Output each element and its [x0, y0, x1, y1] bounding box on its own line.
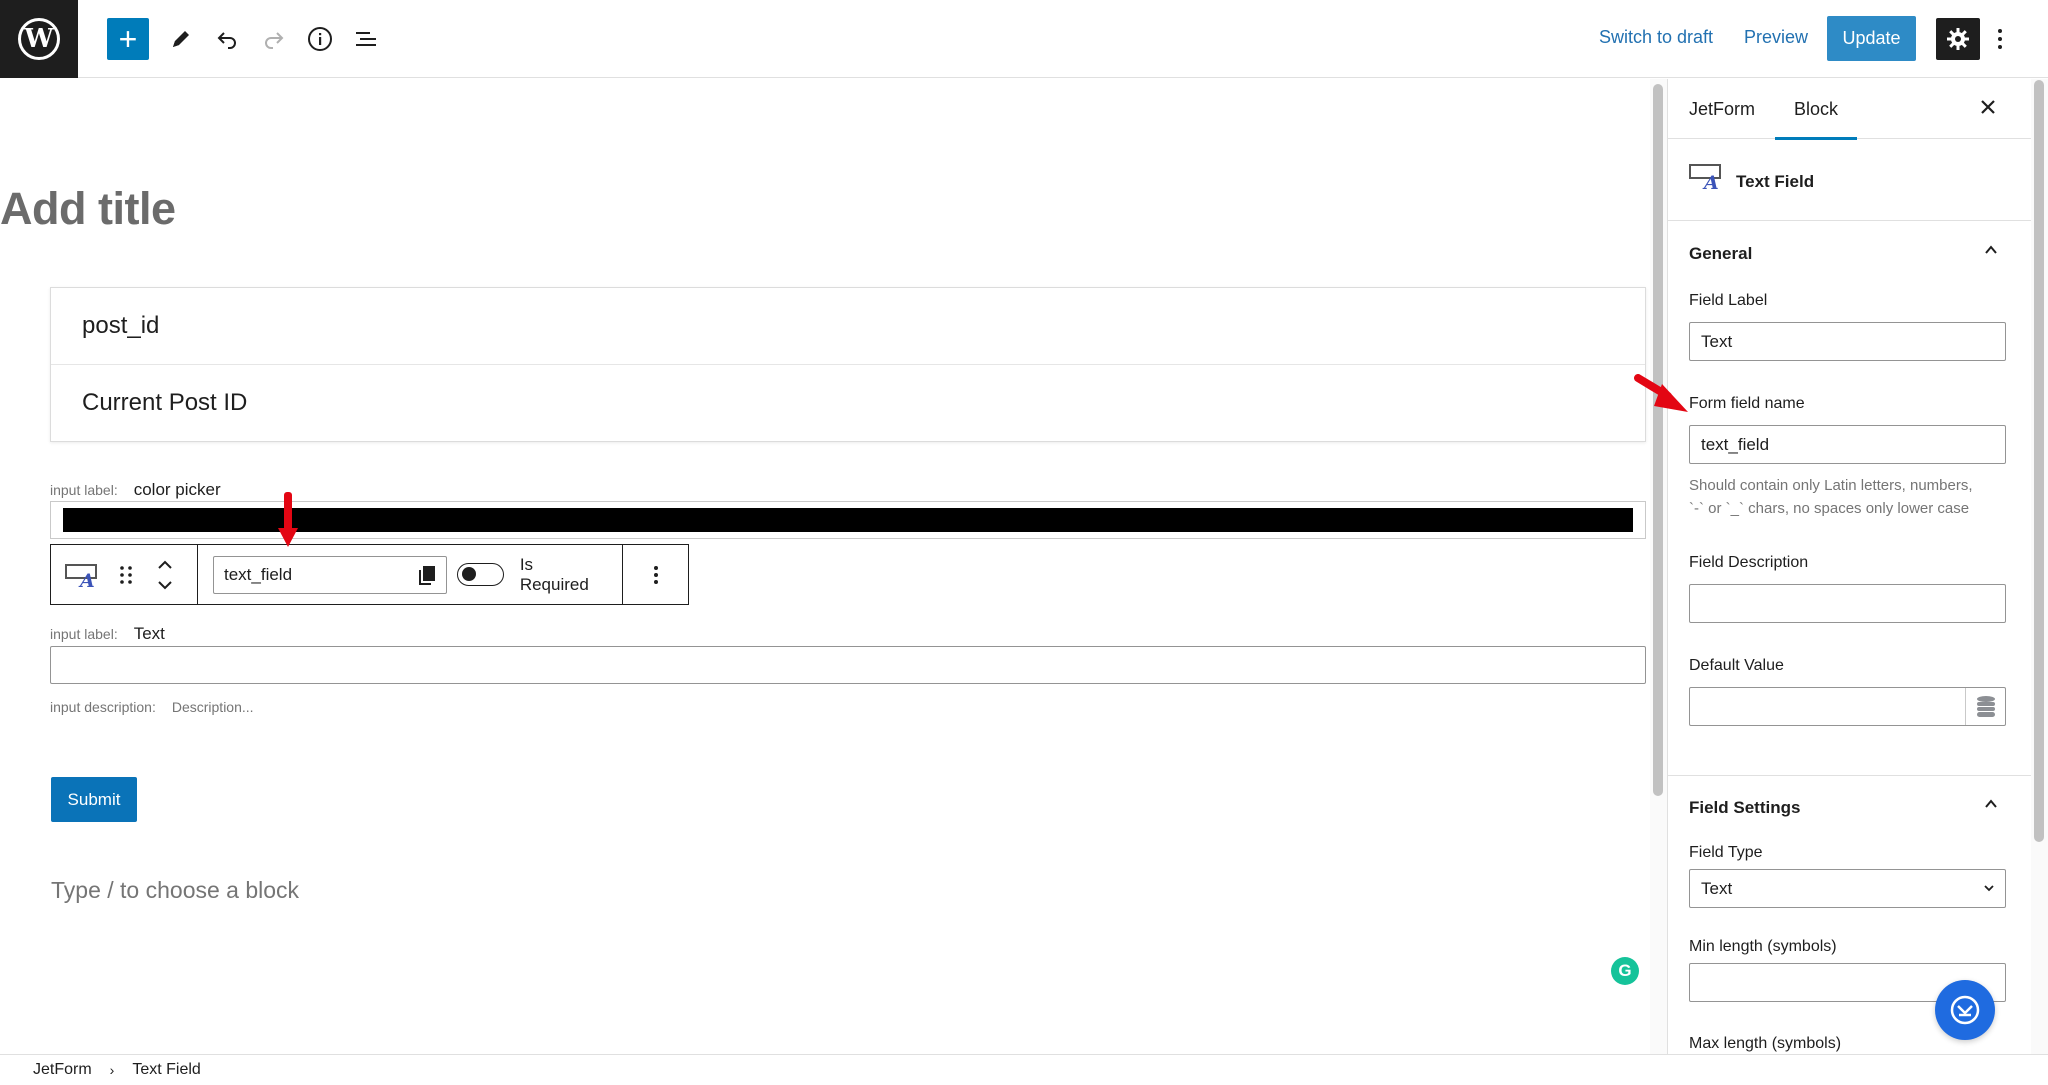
- text-field-description-row: input description: Description...: [50, 699, 254, 715]
- editor-header: W + Switch to draft Preview Update: [0, 0, 2048, 78]
- tab-block[interactable]: Block: [1774, 99, 1858, 140]
- move-down-icon[interactable]: [157, 580, 173, 590]
- block-inserter-button[interactable]: +: [107, 18, 149, 60]
- form-field-name-label: Form field name: [1689, 395, 1805, 412]
- form-field-name-help-line-1: Should contain only Latin letters, numbe…: [1689, 477, 1973, 494]
- text-field-label-row: input label: Text: [50, 624, 165, 644]
- field-settings-panel-toggle[interactable]: Field Settings: [1689, 798, 1800, 818]
- hidden-field-value: Current Post ID: [51, 364, 1645, 440]
- general-panel-toggle[interactable]: General: [1689, 244, 1752, 264]
- drag-handle-icon[interactable]: [119, 564, 133, 586]
- post-title-input[interactable]: Add title: [0, 183, 176, 235]
- default-value-label: Default Value: [1689, 657, 1784, 674]
- annotation-arrow-down: [278, 492, 298, 547]
- undo-button[interactable]: [206, 18, 248, 60]
- editor-canvas: Add title post_id Current Post ID input …: [0, 79, 1650, 1054]
- list-view-icon: [356, 32, 376, 46]
- submit-button[interactable]: Submit: [51, 777, 137, 822]
- field-description-label: Field Description: [1689, 554, 1809, 571]
- copy-icon[interactable]: [418, 565, 436, 585]
- chat-icon: [1950, 995, 1980, 1025]
- settings-sidebar: JetForm Block A Text Field General Field…: [1667, 79, 2031, 1054]
- preview-button[interactable]: Preview: [1744, 27, 1808, 48]
- required-label: Is Required: [519, 554, 589, 594]
- text-field-label: Text: [133, 624, 165, 643]
- tools-button[interactable]: [160, 18, 202, 60]
- svg-text:A: A: [1702, 172, 1719, 191]
- chevron-right-icon: ›: [109, 1062, 115, 1078]
- required-toggle[interactable]: [457, 563, 504, 586]
- chevron-down-icon: [1984, 885, 1994, 892]
- field-description-input[interactable]: [1689, 584, 2006, 623]
- text-field-block-icon[interactable]: A: [65, 561, 99, 589]
- settings-button[interactable]: [1936, 18, 1980, 60]
- block-toolbar-field-settings: text_field Is Required: [198, 545, 623, 604]
- toolbar-field-name-input[interactable]: text_field: [213, 555, 448, 594]
- close-icon[interactable]: [1980, 99, 1996, 115]
- redo-icon: [265, 32, 284, 49]
- switch-to-draft-button[interactable]: Switch to draft: [1599, 27, 1713, 48]
- text-field-block-icon: A: [1689, 164, 1721, 191]
- text-field-label-prefix: input label:: [50, 626, 118, 642]
- sidebar-scrollbar-thumb[interactable]: [2034, 80, 2044, 842]
- move-controls: [157, 560, 173, 590]
- block-card: A Text Field: [1668, 139, 2031, 221]
- breadcrumb-item-text-field[interactable]: Text Field: [132, 1061, 200, 1079]
- default-value-input[interactable]: [1689, 687, 2006, 726]
- hidden-field-name: post_id: [82, 312, 160, 339]
- chat-button[interactable]: [1935, 980, 1995, 1040]
- details-button[interactable]: [299, 18, 341, 60]
- max-length-label: Max length (symbols): [1689, 1035, 1842, 1052]
- color-field-label-prefix: input label:: [50, 482, 118, 498]
- list-view-button[interactable]: [345, 18, 387, 60]
- kebab-icon: [653, 565, 658, 584]
- block-toolbar: A text_field Is Required: [50, 544, 689, 605]
- sidebar-tabs: JetForm Block: [1668, 79, 2031, 140]
- text-field-description-prefix: input description:: [50, 699, 156, 715]
- grammarly-icon[interactable]: G: [1611, 957, 1639, 985]
- database-icon: [1976, 695, 1995, 717]
- options-button[interactable]: [1985, 18, 2015, 60]
- undo-icon: [217, 32, 236, 49]
- block-appender[interactable]: Type / to choose a block: [51, 877, 299, 904]
- text-field-input[interactable]: [50, 646, 1646, 684]
- text-field-description: Description...: [171, 699, 254, 715]
- wordpress-logo-icon[interactable]: W: [0, 0, 78, 78]
- gear-icon: [1947, 28, 1969, 50]
- form-field-name-help-line-2: `-` or `_` chars, no spaces only lower c…: [1689, 500, 1970, 517]
- update-button[interactable]: Update: [1827, 16, 1916, 61]
- breadcrumb-item-jetform[interactable]: JetForm: [33, 1061, 92, 1079]
- pencil-icon: [173, 31, 189, 47]
- min-length-label: Min length (symbols): [1689, 938, 1837, 955]
- tab-jetform[interactable]: JetForm: [1689, 99, 1755, 120]
- block-options-button[interactable]: [623, 545, 688, 604]
- redo-button[interactable]: [253, 18, 295, 60]
- annotation-arrow-right: [1634, 374, 1688, 412]
- svg-text:A: A: [78, 570, 95, 589]
- dynamic-data-button[interactable]: [1965, 688, 2005, 725]
- panel-divider: [1668, 775, 2031, 776]
- chevron-up-icon[interactable]: [1984, 243, 1998, 257]
- block-card-title: Text Field: [1736, 172, 1815, 191]
- field-label-input[interactable]: Text: [1689, 322, 2006, 361]
- move-up-icon[interactable]: [157, 560, 173, 570]
- chevron-up-icon[interactable]: [1984, 797, 1998, 811]
- field-label-label: Field Label: [1689, 292, 1768, 309]
- field-type-select[interactable]: Text: [1689, 869, 2006, 908]
- block-toolbar-controls: A: [51, 545, 198, 604]
- info-icon: [308, 27, 332, 51]
- plus-icon: +: [118, 21, 138, 57]
- field-type-value: Text: [1701, 878, 1733, 898]
- form-field-name-input[interactable]: text_field: [1689, 425, 2006, 464]
- hidden-field-block[interactable]: post_id Current Post ID: [50, 287, 1646, 442]
- toolbar-field-name-value: text_field: [224, 564, 293, 584]
- field-type-label: Field Type: [1689, 844, 1763, 861]
- breadcrumb: JetForm › Text Field: [0, 1054, 2048, 1085]
- form-field-name-help: Should contain only Latin letters, numbe…: [1689, 474, 2019, 520]
- color-field-label-row: input label: color picker: [50, 480, 221, 500]
- editor-scrollbar-thumb[interactable]: [1653, 84, 1663, 796]
- kebab-icon: [1998, 29, 2002, 49]
- color-field-label: color picker: [133, 480, 221, 499]
